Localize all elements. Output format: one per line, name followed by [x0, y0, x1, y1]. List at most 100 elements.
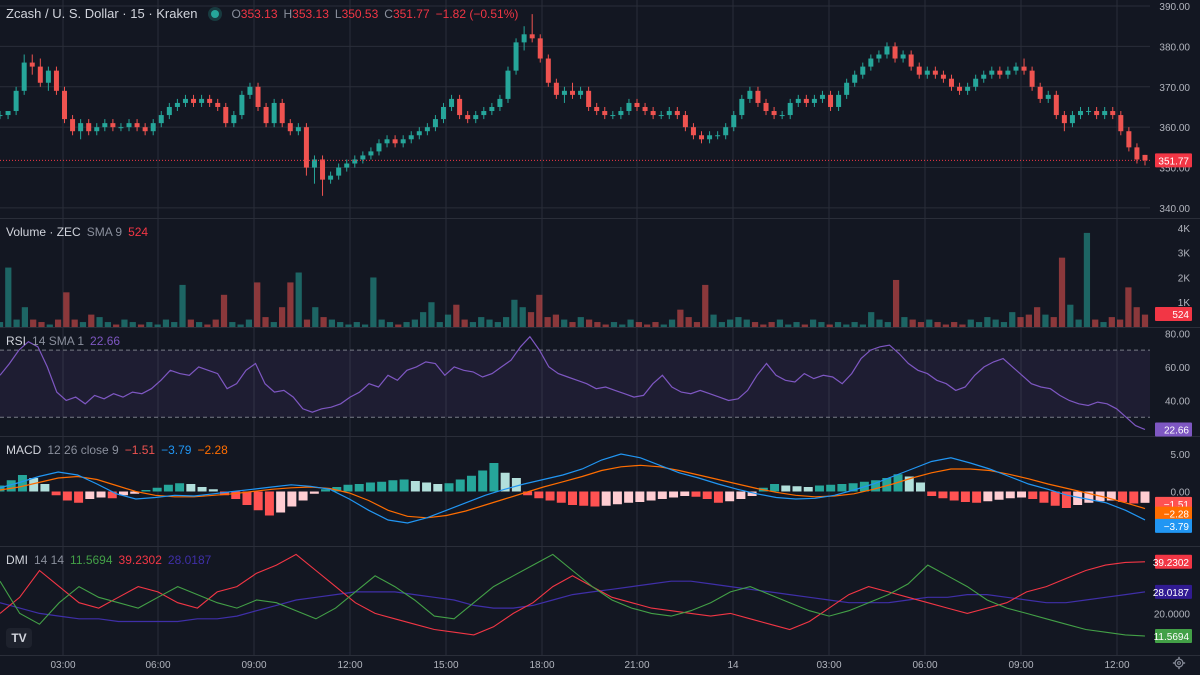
- candle-body[interactable]: [513, 42, 519, 71]
- candle-body[interactable]: [94, 127, 100, 132]
- candle-body[interactable]: [207, 98, 213, 103]
- candle-body[interactable]: [473, 115, 479, 120]
- candle-body[interactable]: [86, 123, 92, 132]
- candle-body[interactable]: [916, 66, 922, 75]
- candle-body[interactable]: [658, 115, 664, 117]
- candle-body[interactable]: [940, 74, 946, 79]
- candle-body[interactable]: [731, 115, 737, 128]
- gear-icon[interactable]: [1172, 656, 1186, 670]
- candle-body[interactable]: [158, 115, 164, 124]
- candle-body[interactable]: [360, 155, 366, 160]
- candle-body[interactable]: [723, 127, 729, 136]
- candle-body[interactable]: [1045, 94, 1051, 99]
- candle-body[interactable]: [134, 123, 140, 128]
- candle-body[interactable]: [561, 90, 567, 95]
- candle-body[interactable]: [1126, 131, 1132, 148]
- candle-body[interactable]: [892, 46, 898, 59]
- candle-body[interactable]: [368, 151, 374, 156]
- candle-body[interactable]: [819, 94, 825, 99]
- candle-body[interactable]: [1077, 111, 1083, 116]
- tradingview-logo-icon[interactable]: TV: [6, 628, 32, 648]
- candle-body[interactable]: [295, 127, 301, 132]
- candle-body[interactable]: [747, 90, 753, 99]
- candle-body[interactable]: [981, 74, 987, 79]
- candle-body[interactable]: [287, 123, 293, 132]
- candle-body[interactable]: [844, 82, 850, 95]
- candle-body[interactable]: [989, 70, 995, 75]
- candle-body[interactable]: [570, 90, 575, 95]
- candle-body[interactable]: [166, 106, 172, 116]
- candle-body[interactable]: [1094, 111, 1100, 116]
- candle-body[interactable]: [53, 70, 59, 91]
- candle-body[interactable]: [118, 127, 124, 129]
- volume-legend[interactable]: Volume · ZEC SMA 9 524: [6, 225, 148, 239]
- candle-body[interactable]: [336, 167, 342, 176]
- candle-body[interactable]: [1013, 66, 1019, 71]
- candle-body[interactable]: [578, 90, 584, 95]
- candle-body[interactable]: [110, 123, 116, 128]
- candle-body[interactable]: [247, 86, 253, 95]
- candle-body[interactable]: [900, 54, 906, 59]
- candle-body[interactable]: [690, 127, 696, 136]
- candle-body[interactable]: [489, 106, 495, 112]
- candle-body[interactable]: [932, 70, 938, 75]
- candle-body[interactable]: [1021, 66, 1027, 71]
- candle-body[interactable]: [465, 115, 471, 120]
- candle-body[interactable]: [182, 98, 188, 103]
- candle-body[interactable]: [191, 98, 197, 103]
- candle-body[interactable]: [1029, 70, 1035, 87]
- macd-legend[interactable]: MACD 12 26 close 9 −1.51 −3.79 −2.28: [6, 443, 228, 457]
- candle-body[interactable]: [29, 62, 35, 67]
- candle-body[interactable]: [1053, 94, 1059, 116]
- candle-body[interactable]: [997, 70, 1003, 75]
- candle-body[interactable]: [674, 111, 680, 116]
- candle-body[interactable]: [836, 94, 842, 107]
- candle-body[interactable]: [303, 127, 309, 168]
- candle-body[interactable]: [150, 123, 156, 132]
- candle-body[interactable]: [328, 175, 334, 180]
- candle-body[interactable]: [239, 94, 245, 116]
- candle-body[interactable]: [666, 111, 672, 116]
- candle-body[interactable]: [142, 127, 148, 132]
- candle-body[interactable]: [255, 86, 261, 107]
- candle-body[interactable]: [634, 102, 640, 107]
- candle-body[interactable]: [432, 119, 438, 128]
- candle-body[interactable]: [537, 38, 543, 59]
- candle-body[interactable]: [699, 135, 705, 140]
- candle-body[interactable]: [618, 111, 624, 116]
- candle-body[interactable]: [642, 106, 648, 112]
- candle-body[interactable]: [795, 98, 801, 103]
- candle-body[interactable]: [763, 102, 769, 112]
- candle-body[interactable]: [70, 119, 76, 132]
- candle-body[interactable]: [215, 102, 221, 107]
- candle-body[interactable]: [1086, 111, 1092, 113]
- candle-body[interactable]: [392, 139, 398, 144]
- candle-body[interactable]: [344, 163, 350, 168]
- candle-body[interactable]: [610, 115, 616, 117]
- candle-body[interactable]: [852, 74, 858, 83]
- candle-body[interactable]: [424, 127, 430, 132]
- candle-body[interactable]: [13, 90, 19, 112]
- candle-body[interactable]: [1069, 115, 1075, 124]
- candle-body[interactable]: [223, 106, 229, 124]
- candle-body[interactable]: [876, 54, 882, 59]
- candle-body[interactable]: [21, 62, 27, 91]
- candle-body[interactable]: [45, 70, 51, 83]
- candle-body[interactable]: [416, 131, 422, 136]
- symbol-title[interactable]: Zcash / U. S. Dollar · 15 · Kraken: [6, 6, 197, 21]
- candle-body[interactable]: [1102, 111, 1108, 116]
- candle-body[interactable]: [602, 111, 608, 116]
- candle-body[interactable]: [828, 94, 834, 107]
- candle-body[interactable]: [650, 111, 656, 116]
- candle-body[interactable]: [199, 98, 205, 103]
- candle-body[interactable]: [408, 135, 414, 140]
- candle-body[interactable]: [811, 98, 817, 103]
- candle-body[interactable]: [707, 135, 713, 140]
- candle-body[interactable]: [384, 139, 390, 144]
- candle-body[interactable]: [521, 34, 527, 43]
- candle-body[interactable]: [682, 115, 688, 128]
- candle-body[interactable]: [803, 98, 809, 103]
- candle-body[interactable]: [787, 102, 793, 116]
- candle-body[interactable]: [965, 86, 971, 91]
- candle-body[interactable]: [497, 98, 503, 107]
